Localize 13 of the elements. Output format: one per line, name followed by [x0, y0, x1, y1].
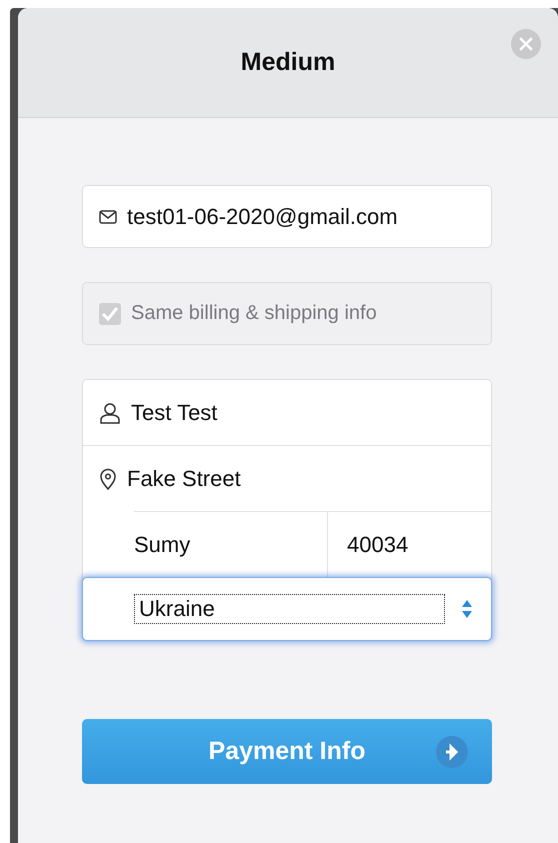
name-field[interactable]: Test Test	[83, 380, 491, 446]
close-button[interactable]	[511, 29, 541, 59]
location-pin-icon	[99, 468, 117, 490]
street-field[interactable]: Fake Street	[83, 446, 491, 511]
person-icon	[99, 402, 121, 424]
arrow-right-icon	[435, 735, 469, 769]
envelope-icon	[99, 210, 117, 224]
country-select[interactable]: Ukraine	[82, 577, 492, 641]
city-field[interactable]: Sumy	[134, 512, 327, 577]
dialog-title: Medium	[240, 48, 336, 77]
up-down-arrows-icon	[461, 598, 473, 620]
email-field[interactable]: test01-06-2020@gmail.com	[82, 185, 492, 248]
close-icon	[519, 37, 533, 51]
